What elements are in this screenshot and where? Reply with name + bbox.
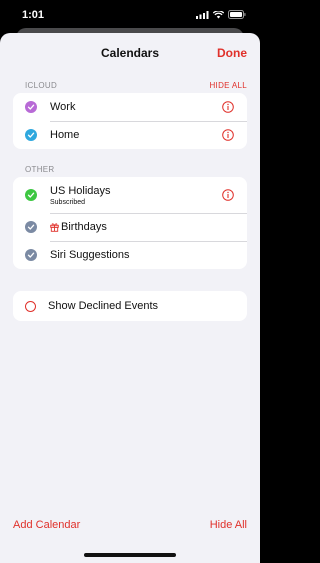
gift-icon bbox=[50, 223, 59, 232]
checkmark-icon[interactable] bbox=[25, 101, 37, 113]
calendars-sheet: Calendars Done ICLOUD HIDE ALL Work Home… bbox=[0, 33, 260, 563]
checkmark-icon[interactable] bbox=[25, 221, 37, 233]
calendar-row-birthdays[interactable]: Birthdays bbox=[13, 213, 247, 241]
declined-events-group: Show Declined Events bbox=[13, 291, 247, 321]
home-indicator[interactable] bbox=[84, 553, 176, 557]
calendar-row-us-holidays[interactable]: US Holidays Subscribed bbox=[13, 177, 247, 213]
status-icons bbox=[196, 10, 246, 19]
show-declined-events-label: Show Declined Events bbox=[48, 300, 159, 312]
add-calendar-button[interactable]: Add Calendar bbox=[13, 519, 80, 531]
unchecked-circle-icon[interactable] bbox=[25, 300, 36, 312]
calendar-row-siri-suggestions[interactable]: Siri Suggestions bbox=[13, 241, 247, 269]
hide-all-button[interactable]: Hide All bbox=[210, 519, 247, 531]
info-icon[interactable] bbox=[222, 129, 234, 141]
battery-icon bbox=[228, 10, 246, 19]
calendar-row-home[interactable]: Home bbox=[13, 121, 247, 149]
other-section-header: OTHER bbox=[0, 163, 260, 177]
done-button[interactable]: Done bbox=[217, 46, 247, 60]
calendar-label: US Holidays bbox=[50, 184, 111, 197]
show-declined-events-row[interactable]: Show Declined Events bbox=[13, 291, 247, 321]
signal-icon bbox=[196, 10, 209, 19]
other-group: US Holidays Subscribed Birthdays Siri Su… bbox=[13, 177, 247, 269]
bottom-toolbar: Add Calendar Hide All bbox=[0, 519, 260, 535]
status-time: 1:01 bbox=[22, 9, 45, 21]
icloud-header-label: ICLOUD bbox=[25, 81, 58, 90]
status-bar: 1:01 bbox=[0, 0, 260, 30]
calendar-label: Work bbox=[50, 101, 76, 113]
icloud-section-header: ICLOUD HIDE ALL bbox=[0, 79, 260, 93]
info-icon[interactable] bbox=[222, 189, 234, 201]
calendar-label: Birthdays bbox=[61, 221, 107, 233]
checkmark-icon[interactable] bbox=[25, 189, 37, 201]
checkmark-icon[interactable] bbox=[25, 249, 37, 261]
calendar-row-work[interactable]: Work bbox=[13, 93, 247, 121]
info-icon[interactable] bbox=[222, 101, 234, 113]
icloud-group: Work Home bbox=[13, 93, 247, 149]
icloud-hide-all-button[interactable]: HIDE ALL bbox=[209, 81, 247, 90]
other-header-label: OTHER bbox=[25, 165, 55, 174]
wifi-icon bbox=[213, 10, 224, 18]
nav-bar: Calendars Done bbox=[0, 33, 260, 75]
checkmark-icon[interactable] bbox=[25, 129, 37, 141]
calendar-label: Home bbox=[50, 129, 80, 141]
calendar-subtitle: Subscribed bbox=[50, 198, 86, 206]
calendar-label: Siri Suggestions bbox=[50, 249, 130, 261]
